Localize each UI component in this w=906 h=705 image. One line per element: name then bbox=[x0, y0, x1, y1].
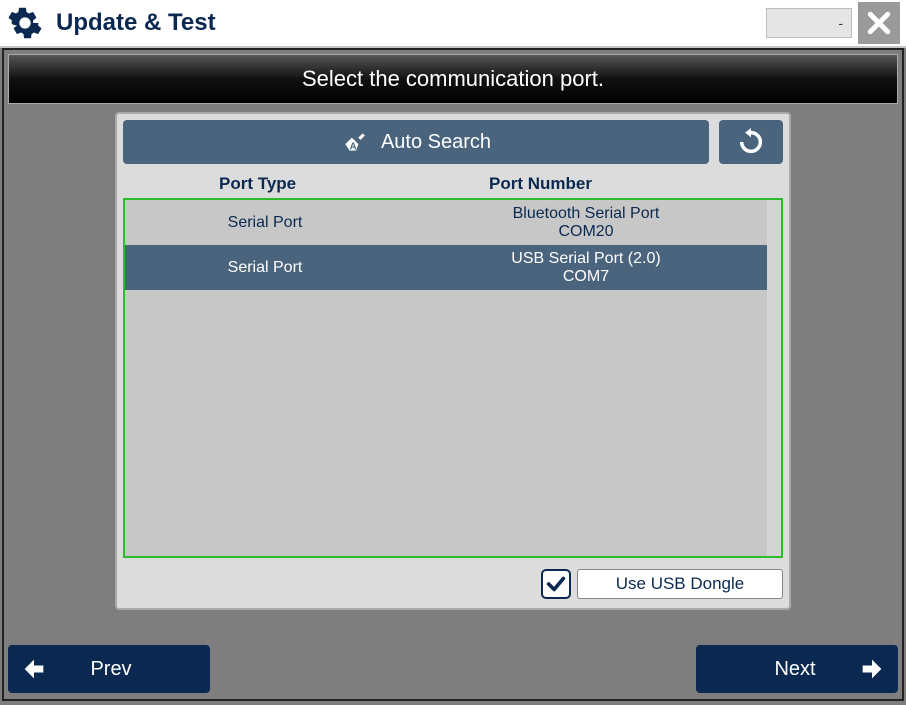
content-frame: Select the communication port. A Auto Se… bbox=[2, 48, 904, 701]
refresh-icon bbox=[737, 128, 765, 156]
use-usb-dongle-label: Use USB Dongle bbox=[577, 569, 783, 599]
scrollbar[interactable] bbox=[767, 200, 781, 556]
arrow-right-icon bbox=[858, 655, 886, 683]
port-list: Serial Port Bluetooth Serial Port COM20 … bbox=[123, 198, 783, 558]
port-panel: A Auto Search Port Type Port Number bbox=[115, 112, 791, 610]
titlebar: Update & Test - bbox=[0, 0, 906, 48]
svg-text:A: A bbox=[350, 142, 357, 153]
table-header: Port Type Port Number bbox=[123, 170, 783, 198]
port-number-cell: Bluetooth Serial Port COM20 bbox=[405, 205, 767, 240]
close-button[interactable] bbox=[858, 2, 900, 44]
refresh-button[interactable] bbox=[719, 120, 783, 164]
close-icon bbox=[864, 8, 894, 38]
footer-nav: Prev Next bbox=[8, 637, 898, 695]
instruction-banner: Select the communication port. bbox=[8, 54, 898, 104]
port-row[interactable]: Serial Port USB Serial Port (2.0) COM7 bbox=[125, 245, 781, 290]
auto-search-button[interactable]: A Auto Search bbox=[123, 120, 709, 164]
port-row[interactable]: Serial Port Bluetooth Serial Port COM20 bbox=[125, 200, 781, 245]
header-port-number: Port Number bbox=[489, 174, 592, 194]
port-type-cell: Serial Port bbox=[125, 214, 405, 232]
window-title: Update & Test bbox=[56, 9, 766, 37]
auto-search-icon: A bbox=[341, 129, 367, 155]
next-button[interactable]: Next bbox=[696, 645, 898, 693]
use-usb-dongle-checkbox[interactable] bbox=[541, 569, 571, 599]
check-icon bbox=[545, 573, 567, 595]
arrow-left-icon bbox=[20, 655, 48, 683]
header-port-type: Port Type bbox=[219, 174, 489, 194]
gear-icon bbox=[8, 6, 42, 40]
port-type-cell: Serial Port bbox=[125, 259, 405, 277]
language-dropdown[interactable]: - bbox=[766, 8, 852, 38]
port-number-cell: USB Serial Port (2.0) COM7 bbox=[405, 250, 767, 285]
prev-button[interactable]: Prev bbox=[8, 645, 210, 693]
